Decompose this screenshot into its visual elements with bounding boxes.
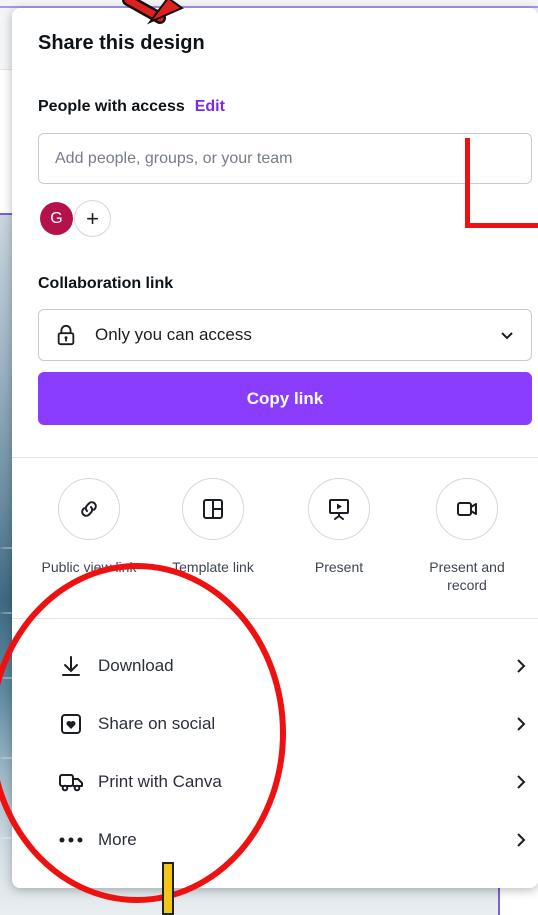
more-row[interactable]: More [38, 820, 532, 860]
template-icon [203, 499, 223, 519]
more-icon [58, 827, 84, 853]
heart-icon [58, 711, 84, 737]
template-link-action[interactable]: Template link [158, 478, 268, 576]
template-link-button[interactable] [182, 478, 244, 540]
chevron-right-icon [517, 833, 526, 847]
divider [12, 457, 538, 458]
share-on-social-label: Share on social [98, 714, 216, 733]
print-with-canva-row[interactable]: Print with Canva [38, 762, 532, 802]
add-person-button[interactable]: + [74, 200, 111, 237]
present-and-record-action[interactable]: Present and record [412, 478, 522, 594]
people-access-label: People with access [38, 98, 185, 115]
present-button[interactable] [308, 478, 370, 540]
more-label: More [98, 830, 137, 849]
download-row[interactable]: Download [38, 646, 532, 686]
present-icon [329, 499, 349, 520]
present-action[interactable]: Present [284, 478, 394, 576]
public-view-link-label: Public view link [41, 559, 137, 575]
share-panel: Share this design People with access Edit… [12, 8, 538, 888]
present-label: Present [314, 559, 364, 575]
avatar[interactable]: G [40, 202, 73, 235]
divider [12, 618, 538, 619]
chevron-down-icon [501, 332, 513, 340]
lock-icon [57, 324, 75, 346]
edit-access-link[interactable]: Edit [195, 98, 225, 115]
add-people-input[interactable] [38, 133, 532, 184]
download-icon [58, 653, 84, 679]
panel-title: Share this design [38, 32, 205, 54]
chevron-right-icon [517, 659, 526, 673]
link-icon [81, 501, 97, 517]
public-view-link-action[interactable]: Public view link [34, 478, 144, 576]
share-on-social-row[interactable]: Share on social [38, 704, 532, 744]
people-access-heading: People with access Edit [38, 98, 225, 116]
chevron-right-icon [517, 775, 526, 789]
chevron-right-icon [517, 717, 526, 731]
truck-icon [58, 769, 84, 795]
download-label: Download [98, 656, 174, 675]
access-level-select[interactable]: Only you can access [38, 309, 532, 361]
copy-link-button[interactable]: Copy link [38, 372, 532, 425]
print-with-canva-label: Print with Canva [98, 772, 222, 791]
present-and-record-button[interactable] [436, 478, 498, 540]
collaboration-link-label: Collaboration link [38, 275, 174, 292]
access-level-value: Only you can access [95, 325, 252, 344]
public-view-link-button[interactable] [58, 478, 120, 540]
present-and-record-label: Present and record [429, 559, 505, 593]
record-icon [457, 502, 477, 516]
template-link-label: Template link [172, 559, 254, 575]
